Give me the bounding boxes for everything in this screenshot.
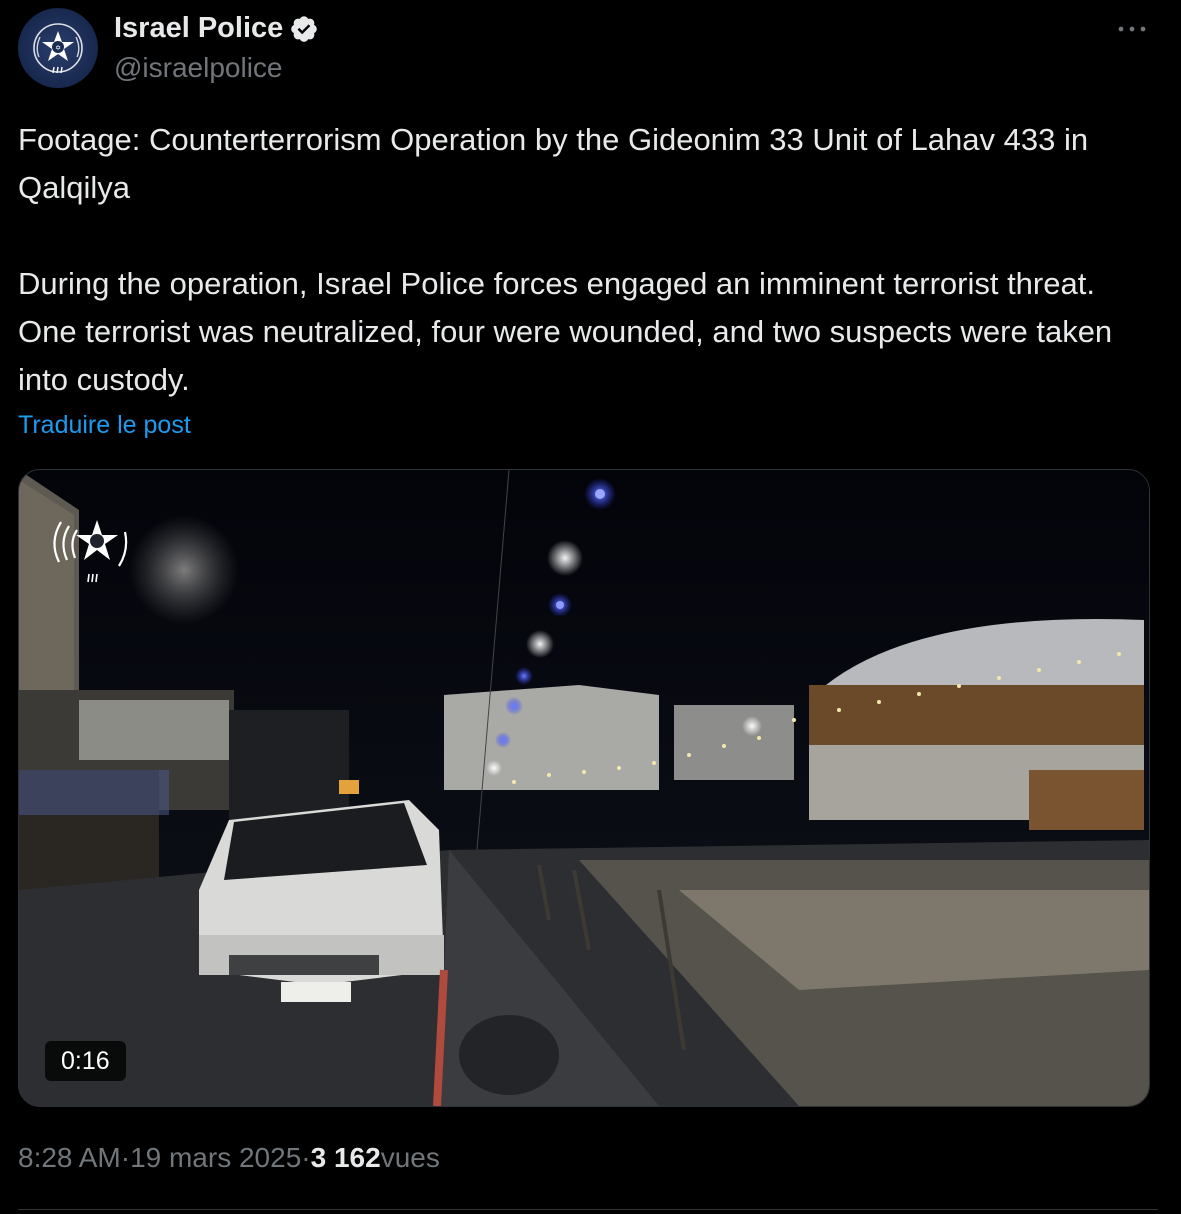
post-metadata: 8:28 AM · 19 mars 2025 · 3 162 vues xyxy=(18,1142,440,1174)
post-text: Footage: Counterterrorism Operation by t… xyxy=(18,116,1158,404)
translate-post-link[interactable]: Traduire le post xyxy=(18,411,191,440)
video-duration-badge: 0:16 xyxy=(45,1041,126,1081)
views-count[interactable]: 3 162 xyxy=(311,1142,381,1174)
police-emblem-icon: ✡ xyxy=(33,23,83,74)
post-date[interactable]: 19 mars 2025 xyxy=(130,1142,301,1174)
post: ✡ Israel Police @israelpolice Footage: C… xyxy=(0,0,1181,1214)
handle[interactable]: @israelpolice xyxy=(114,52,283,84)
police-watermark-icon xyxy=(45,502,139,596)
svg-text:✡: ✡ xyxy=(55,44,61,52)
avatar[interactable]: ✡ xyxy=(18,8,98,88)
name-row: Israel Police xyxy=(114,12,319,45)
more-options-icon[interactable] xyxy=(1110,14,1154,44)
views-label: vues xyxy=(380,1142,440,1173)
video-player[interactable]: 0:16 xyxy=(18,469,1150,1107)
meta-separator: · xyxy=(120,1142,131,1173)
post-paragraph: During the operation, Israel Police forc… xyxy=(18,266,1121,397)
meta-separator: · xyxy=(301,1142,311,1173)
video-thumbnail xyxy=(19,470,1149,1106)
verified-badge-icon[interactable] xyxy=(289,14,319,44)
divider xyxy=(18,1209,1158,1210)
post-paragraph: Footage: Counterterrorism Operation by t… xyxy=(18,122,1097,205)
post-time[interactable]: 8:28 AM xyxy=(18,1142,121,1174)
display-name[interactable]: Israel Police xyxy=(114,12,283,45)
